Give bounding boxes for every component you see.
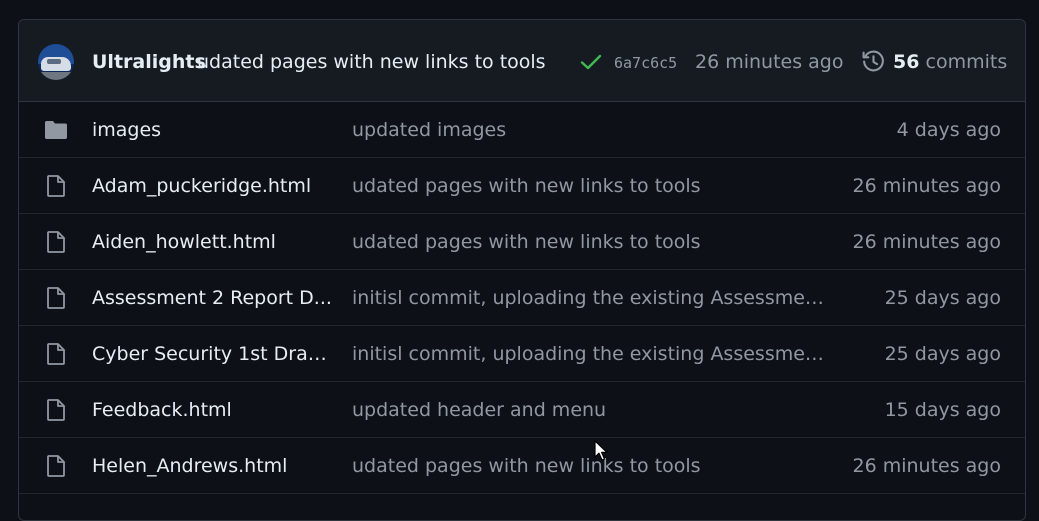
mouse-cursor-icon bbox=[594, 440, 608, 461]
file-icon bbox=[47, 399, 65, 421]
file-commit-message-link[interactable]: udated pages with new links to tools bbox=[352, 455, 827, 477]
commit-time: 26 minutes ago bbox=[695, 51, 844, 73]
file-name-link[interactable]: Assessment 2 Report D... bbox=[92, 287, 332, 309]
file-commit-message-link[interactable]: updated images bbox=[352, 119, 827, 141]
commits-count-link[interactable]: 56 commits bbox=[893, 51, 1007, 73]
file-commit-message-link[interactable]: initisl commit, uploading the existing A… bbox=[352, 343, 827, 365]
file-age: 26 minutes ago bbox=[852, 175, 1002, 197]
list-item[interactable]: images updated images 4 days ago bbox=[19, 102, 1025, 158]
file-commit-message-link[interactable]: initisl commit, uploading the existing A… bbox=[352, 287, 827, 309]
history-icon[interactable] bbox=[861, 49, 886, 74]
list-item[interactable]: Assessment 2 Report D... initisl commit,… bbox=[19, 270, 1025, 326]
file-age: 26 minutes ago bbox=[852, 455, 1002, 477]
file-name-link[interactable]: images bbox=[92, 119, 332, 141]
avatar[interactable] bbox=[38, 44, 74, 80]
file-commit-message-link[interactable]: udated pages with new links to tools bbox=[352, 175, 827, 197]
commit-sha-link[interactable]: 6a7c6c5 bbox=[614, 54, 677, 72]
list-item[interactable]: Adam_puckeridge.html udated pages with n… bbox=[19, 158, 1025, 214]
file-name-link[interactable]: Aiden_howlett.html bbox=[92, 231, 332, 253]
commits-label: commits bbox=[925, 51, 1008, 73]
commit-count: 56 bbox=[893, 51, 920, 73]
file-name-link[interactable]: Adam_puckeridge.html bbox=[92, 175, 332, 197]
file-commit-message-link[interactable]: updated header and menu bbox=[352, 399, 827, 421]
file-browser: Ultralights udated pages with new links … bbox=[18, 19, 1026, 521]
file-age: 4 days ago bbox=[896, 119, 1001, 141]
file-age: 25 days ago bbox=[884, 287, 1001, 309]
file-name-link[interactable]: Feedback.html bbox=[92, 399, 332, 421]
list-item[interactable]: Aiden_howlett.html udated pages with new… bbox=[19, 214, 1025, 270]
file-commit-message-link[interactable]: udated pages with new links to tools bbox=[352, 231, 827, 253]
list-item[interactable]: Feedback.html updated header and menu 15… bbox=[19, 382, 1025, 438]
commit-author-link[interactable]: Ultralights bbox=[92, 51, 206, 73]
file-age: 26 minutes ago bbox=[852, 231, 1002, 253]
latest-commit-bar: Ultralights udated pages with new links … bbox=[19, 20, 1025, 102]
file-icon bbox=[47, 455, 65, 477]
file-icon bbox=[47, 343, 65, 365]
file-icon bbox=[47, 287, 65, 309]
file-age: 15 days ago bbox=[884, 399, 1001, 421]
file-name-link[interactable]: Helen_Andrews.html bbox=[92, 455, 332, 477]
file-age: 25 days ago bbox=[884, 343, 1001, 365]
check-icon[interactable] bbox=[580, 53, 602, 71]
file-icon bbox=[47, 231, 65, 253]
list-item[interactable]: Helen_Andrews.html udated pages with new… bbox=[19, 438, 1025, 494]
folder-icon bbox=[45, 121, 67, 139]
file-name-link[interactable]: Cyber Security 1st Draft... bbox=[92, 343, 332, 365]
file-icon bbox=[47, 175, 65, 197]
list-item[interactable]: Cyber Security 1st Draft... initisl comm… bbox=[19, 326, 1025, 382]
commit-message-link[interactable]: udated pages with new links to tools bbox=[197, 51, 546, 73]
file-list: images updated images 4 days ago Adam_pu… bbox=[19, 102, 1025, 494]
